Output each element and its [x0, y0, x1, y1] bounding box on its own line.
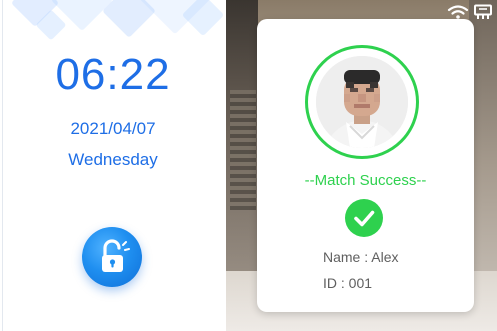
face-avatar — [316, 56, 408, 148]
success-badge — [345, 199, 383, 237]
check-icon — [354, 210, 375, 227]
clock-time: 06:22 — [55, 50, 171, 99]
clock-date: 2021/04/07 — [70, 119, 156, 138]
match-result-card: --Match Success-- Name : Alex ID : 001 — [257, 19, 474, 312]
unlock-icon — [102, 239, 130, 272]
avatar-frame — [305, 45, 419, 159]
user-id-label: ID : 001 — [323, 275, 373, 291]
wifi-icon — [447, 5, 469, 19]
camera-escalator — [230, 90, 256, 210]
left-panel: 06:22 2021/04/07 Wednesday — [0, 0, 226, 331]
network-icon — [474, 4, 492, 19]
user-name-label: Name : Alex — [323, 249, 399, 265]
match-status-title: --Match Success-- — [304, 172, 427, 189]
access-terminal-screen: 06:22 2021/04/07 Wednesday --Match Succe… — [0, 0, 497, 331]
unlock-button[interactable] — [82, 227, 142, 287]
clock-weekday: Wednesday — [68, 150, 158, 169]
face-avatar-image — [316, 56, 408, 148]
